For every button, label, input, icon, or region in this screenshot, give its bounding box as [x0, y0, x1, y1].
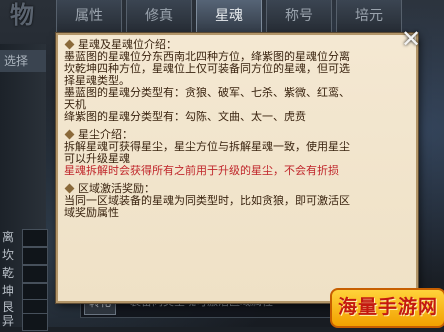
stat-slot[interactable] — [22, 313, 48, 331]
stat-label: 离 — [2, 230, 15, 244]
section-star-soul-intro: 星魂及星魂位介绍： 墨蓝图的星魂位分东西南北四种方位，绛紫图的星魂位分离 坎乾坤… — [64, 39, 408, 123]
section-title-text: 星魂及星魂位介绍： — [78, 38, 177, 51]
section-title: 星尘介绍： — [64, 129, 408, 141]
tab-attributes[interactable]: 属性 — [56, 0, 122, 34]
text-line: 墨蓝图的星魂位分东西南北四种方位，绛紫图的星魂位分离 — [64, 51, 350, 63]
section-region-activation: 区域激活奖励： 当同一区域装备的星魂为同类型时，比如贪狼，即可激活区 域奖励属性 — [64, 183, 408, 219]
tab-nurture[interactable]: 培元 — [336, 0, 402, 34]
text-line: 墨蓝图的星魂分类型有：贪狼、破军、七杀、紫微、红鸾、 — [64, 87, 350, 99]
text-line: 可以升级星魂 — [64, 153, 130, 165]
section-star-dust-intro: 星尘介绍： 拆解星魂可获得星尘，星尘方位与拆解星魂一致，使用星尘 可以升级星魂 … — [64, 129, 408, 177]
text-line: 天机 — [64, 99, 86, 111]
stat-label: 乾 — [2, 266, 15, 280]
star-soul-help-tooltip: 星魂及星魂位介绍： 墨蓝图的星魂位分东西南北四种方位，绛紫图的星魂位分离 坎乾坤… — [56, 33, 418, 303]
stat-row: 异 — [2, 310, 48, 332]
text-line: 绛紫图的星魂分类型有：勾陈、文曲、太一、虎贲 — [64, 111, 306, 123]
diamond-bullet-icon — [64, 129, 75, 140]
left-panel-select-label[interactable]: 选择 — [0, 50, 46, 72]
section-title-text: 星尘介绍： — [78, 128, 133, 141]
tab-title[interactable]: 称号 — [266, 0, 332, 34]
text-line: 择星魂类型。 — [64, 75, 130, 87]
text-line: 域奖励属性 — [64, 207, 119, 219]
tab-cultivation[interactable]: 修真 — [126, 0, 192, 34]
text-line: 坎乾坤四种方位，星魂位上仅可装备同方位的星魂，但可选 — [64, 63, 350, 75]
warning-text-line: 星魂拆解时会获得所有之前用于升级的星尘，不会有折损 — [64, 165, 339, 177]
window-logo: 物 — [10, 0, 34, 29]
diamond-bullet-icon — [64, 39, 75, 50]
diamond-bullet-icon — [64, 183, 75, 194]
text-line: 当同一区域装备的星魂为同类型时，比如贪狼，即可激活区 — [64, 195, 350, 207]
tab-star-soul[interactable]: 星魂 — [196, 0, 262, 34]
site-watermark-logo: 海量手游网 — [330, 288, 444, 328]
stat-label: 坎 — [2, 248, 15, 262]
section-title: 星魂及星魂位介绍： — [64, 39, 408, 51]
text-line: 拆解星魂可获得星尘，星尘方位与拆解星魂一致，使用星尘 — [64, 141, 350, 153]
stat-label: 异 — [2, 314, 15, 328]
section-title-text: 区域激活奖励： — [78, 182, 155, 195]
section-title: 区域激活奖励： — [64, 183, 408, 195]
close-icon[interactable]: ✕ — [398, 26, 424, 52]
